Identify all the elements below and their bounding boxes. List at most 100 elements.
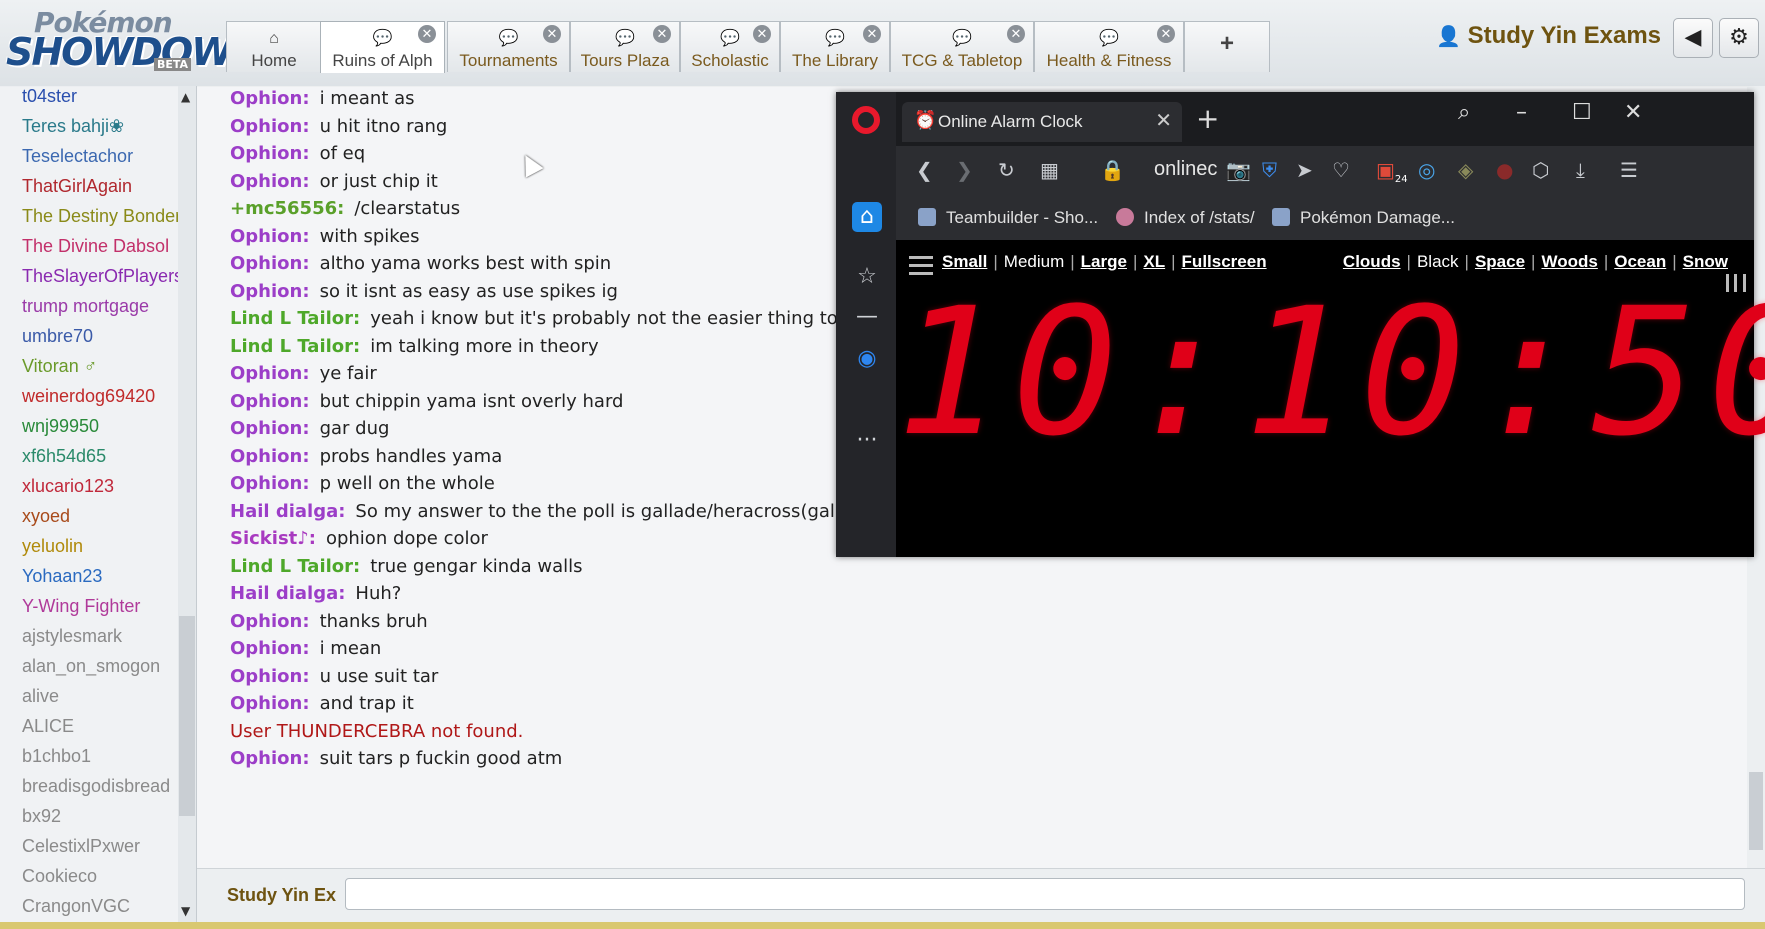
user-list-item[interactable]: yeluolin bbox=[0, 536, 196, 566]
user-list-item[interactable]: Y-Wing Fighter bbox=[0, 596, 196, 626]
user-list-item[interactable]: breadisgodisbread bbox=[0, 776, 196, 806]
cube-extension-icon[interactable]: ◈ bbox=[1458, 158, 1473, 182]
theme-black[interactable]: Black bbox=[1417, 252, 1459, 271]
tab-ruins-of-alph[interactable]: 💬 Ruins of Alph ✕ bbox=[320, 21, 445, 73]
user-list-item[interactable]: bx92 bbox=[0, 806, 196, 836]
theme-clouds-link[interactable]: Clouds bbox=[1343, 252, 1401, 271]
theme-woods-link[interactable]: Woods bbox=[1541, 252, 1597, 271]
size-large-link[interactable]: Large bbox=[1081, 252, 1127, 271]
user-list-item[interactable]: alan_on_smogon bbox=[0, 656, 196, 686]
opera-logo-icon[interactable] bbox=[852, 106, 880, 134]
address-bar[interactable]: onlinec bbox=[1154, 158, 1218, 181]
tab-the-library[interactable]: 💬 The Library ✕ bbox=[780, 21, 890, 72]
chat-username[interactable]: Ophion: bbox=[230, 253, 310, 274]
user-list-item[interactable]: ThatGirlAgain bbox=[0, 176, 196, 206]
tab-health-fitness[interactable]: 💬 Health & Fitness ✕ bbox=[1034, 21, 1184, 72]
maximize-icon[interactable]: ☐ bbox=[1572, 100, 1592, 125]
close-window-icon[interactable]: ✕ bbox=[1624, 100, 1642, 125]
chat-username[interactable]: Ophion: bbox=[230, 281, 310, 302]
heart-icon[interactable]: ♡ bbox=[1332, 158, 1350, 182]
messenger-icon[interactable]: ◉ bbox=[852, 344, 882, 374]
bookmark-damage-calc[interactable]: Pokémon Damage... bbox=[1272, 208, 1455, 228]
scroll-up-icon[interactable]: ▲ bbox=[181, 90, 190, 104]
user-list-item[interactable]: xyoed bbox=[0, 506, 196, 536]
camera-icon[interactable]: 📷 bbox=[1226, 158, 1251, 182]
chat-username[interactable]: Lind L Tailor: bbox=[230, 336, 360, 357]
user-list-item[interactable]: umbre70 bbox=[0, 326, 196, 356]
calendar-icon[interactable]: ▣24 bbox=[1376, 158, 1408, 185]
tab-tours-plaza[interactable]: 💬 Tours Plaza ✕ bbox=[570, 21, 680, 72]
close-tab-icon[interactable]: ✕ bbox=[543, 25, 561, 43]
close-tab-icon[interactable]: ✕ bbox=[753, 25, 771, 43]
close-tab-icon[interactable]: ✕ bbox=[863, 25, 881, 43]
settings-button[interactable]: ⚙ bbox=[1719, 18, 1759, 58]
add-tab-button[interactable]: + bbox=[1184, 21, 1270, 72]
chat-username[interactable]: Ophion: bbox=[230, 693, 310, 714]
chat-username[interactable]: Hail dialga: bbox=[230, 583, 345, 604]
user-list-item[interactable]: Vitoran ♂ bbox=[0, 356, 196, 386]
user-list-item[interactable]: alive bbox=[0, 686, 196, 716]
chat-username[interactable]: Ophion: bbox=[230, 171, 310, 192]
box-icon[interactable]: ⬡ bbox=[1532, 158, 1549, 182]
chat-username[interactable]: Lind L Tailor: bbox=[230, 308, 360, 329]
easy-setup-icon[interactable]: ☰ bbox=[1620, 158, 1638, 182]
minus-icon[interactable]: — bbox=[852, 302, 882, 332]
search-icon[interactable]: ⌕ bbox=[1458, 100, 1470, 125]
close-tab-icon[interactable]: ✕ bbox=[1157, 25, 1175, 43]
chat-username[interactable]: Ophion: bbox=[230, 143, 310, 164]
tab-tournaments[interactable]: 💬 Tournaments ✕ bbox=[447, 21, 570, 72]
shield-icon[interactable]: ⛨ bbox=[1262, 158, 1277, 182]
scroll-thumb[interactable] bbox=[1749, 772, 1763, 850]
user-list-item[interactable]: CrangonVGC bbox=[0, 896, 196, 922]
chat-username[interactable]: Ophion: bbox=[230, 611, 310, 632]
bookmark-stats[interactable]: Index of /stats/ bbox=[1116, 208, 1255, 228]
sound-button[interactable]: ◀ bbox=[1673, 18, 1713, 58]
chat-input[interactable] bbox=[345, 878, 1745, 910]
close-icon[interactable]: ✕ bbox=[1155, 108, 1172, 132]
chat-username[interactable]: Ophion: bbox=[230, 638, 310, 659]
user-list-item[interactable]: Teselectachor bbox=[0, 146, 196, 176]
new-tab-icon[interactable]: + bbox=[1196, 102, 1219, 135]
chat-username[interactable]: Ophion: bbox=[230, 473, 310, 494]
user-list-item[interactable]: Teres bahji❀ bbox=[0, 116, 196, 146]
search-extension-icon[interactable]: ◎ bbox=[1418, 158, 1435, 182]
user-list-item[interactable]: The Divine Dabsol bbox=[0, 236, 196, 266]
theme-space-link[interactable]: Space bbox=[1475, 252, 1525, 271]
chat-username[interactable]: +mc56556: bbox=[230, 198, 344, 219]
record-extension-icon[interactable]: ● bbox=[1496, 158, 1513, 182]
back-icon[interactable]: ❮ bbox=[916, 158, 933, 182]
size-small-link[interactable]: Small bbox=[942, 252, 987, 271]
user-list-item[interactable]: ALICE bbox=[0, 716, 196, 746]
chat-username[interactable]: Ophion: bbox=[230, 226, 310, 247]
close-tab-icon[interactable]: ✕ bbox=[418, 25, 436, 43]
user-list-item[interactable]: Yohaan23 bbox=[0, 566, 196, 596]
user-list-item[interactable]: wnj99950 bbox=[0, 416, 196, 446]
speed-dial-icon[interactable]: ▦ bbox=[1040, 158, 1059, 182]
size-medium[interactable]: Medium bbox=[1004, 252, 1064, 271]
user-list-item[interactable]: xf6h54d65 bbox=[0, 446, 196, 476]
more-icon[interactable]: ··· bbox=[852, 426, 882, 456]
close-tab-icon[interactable]: ✕ bbox=[1007, 25, 1025, 43]
browser-tab[interactable]: ⏰ Online Alarm Clock ✕ bbox=[902, 102, 1182, 142]
user-list-item[interactable]: t04ster bbox=[0, 86, 196, 116]
user-list-item[interactable]: CelestixlPxwer bbox=[0, 836, 196, 866]
user-list-item[interactable]: Cookieco bbox=[0, 866, 196, 896]
chat-username[interactable]: Sickist♪: bbox=[230, 528, 316, 549]
chat-username[interactable]: Lind L Tailor: bbox=[230, 556, 360, 577]
size-fullscreen-link[interactable]: Fullscreen bbox=[1182, 252, 1267, 271]
close-tab-icon[interactable]: ✕ bbox=[653, 25, 671, 43]
star-icon[interactable]: ☆ bbox=[852, 262, 882, 292]
tab-scholastic[interactable]: 💬 Scholastic ✕ bbox=[680, 21, 780, 72]
chat-username[interactable]: Ophion: bbox=[230, 88, 310, 109]
user-list-item[interactable]: TheSlayerOfPlayers bbox=[0, 266, 196, 296]
home-icon[interactable]: ⌂ bbox=[852, 202, 882, 232]
chat-username[interactable]: Ophion: bbox=[230, 666, 310, 687]
chat-username[interactable]: Ophion: bbox=[230, 748, 310, 769]
theme-snow-link[interactable]: Snow bbox=[1683, 252, 1728, 271]
user-list-item[interactable]: b1chbo1 bbox=[0, 746, 196, 776]
bookmark-teambuilder[interactable]: Teambuilder - Sho... bbox=[918, 208, 1098, 228]
chat-username[interactable]: Ophion: bbox=[230, 116, 310, 137]
reload-icon[interactable]: ↻ bbox=[998, 158, 1015, 182]
minimize-icon[interactable]: – bbox=[1516, 100, 1527, 125]
send-icon[interactable]: ➤ bbox=[1296, 158, 1313, 182]
